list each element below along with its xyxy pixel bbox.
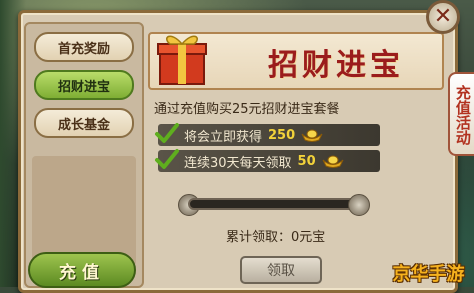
sidebar-empty-area [32,156,136,266]
close-button[interactable]: ✕ [426,0,460,34]
event-sidebar: 首充奖励 招财进宝 成长基金 [24,22,144,288]
reward-value: 50 [297,153,316,169]
reward-value: 250 [268,127,296,143]
event-banner: 招财进宝 [148,32,444,90]
claim-progress-bar [188,198,358,210]
sidebar-item-label: 招财进宝 [57,79,110,95]
recharge-button-label: 充值 [59,262,105,283]
progress-right-cap [348,194,370,216]
watermark-logo: 京华手游 [392,264,465,285]
sidebar-item-label: 成长基金 [57,117,110,133]
close-icon: ✕ [433,4,453,29]
reward-row-daily: 连续30天每天领取 50 [155,149,380,172]
reward-text: 将会立即获得 [184,129,263,145]
checkmark-icon [155,123,179,143]
sidebar-item-label: 首充奖励 [57,41,110,57]
claim-button[interactable]: 领取 [240,256,322,284]
checkmark-icon [155,149,179,169]
recharge-button[interactable]: 充值 [28,252,136,288]
sidebar-item-fortune[interactable]: 招财进宝 [34,70,134,100]
accumulated-claimed: 累计领取：0元宝 [226,230,326,245]
recharge-event-tab[interactable]: 充值活动 [448,72,474,156]
sidebar-item-first-recharge[interactable]: 首充奖励 [34,32,134,62]
event-description: 通过充值购买25元招财进宝套餐 [154,102,340,117]
gold-ingot-icon [322,155,344,168]
gold-ingot-icon [301,129,323,142]
reward-row-instant: 将会立即获得 250 [155,123,380,146]
event-content: 招财进宝 通过充值购买25元招财进宝套餐 将会立即获得 250 连续30天每天领… [148,22,444,284]
claim-button-label: 领取 [267,263,295,279]
gift-box-icon [157,35,207,85]
event-title: 招财进宝 [268,48,404,83]
recharge-event-tab-label: 充值活动 [453,85,472,145]
reward-text: 连续30天每天领取 [184,155,292,171]
sidebar-item-growth-fund[interactable]: 成长基金 [34,108,134,138]
